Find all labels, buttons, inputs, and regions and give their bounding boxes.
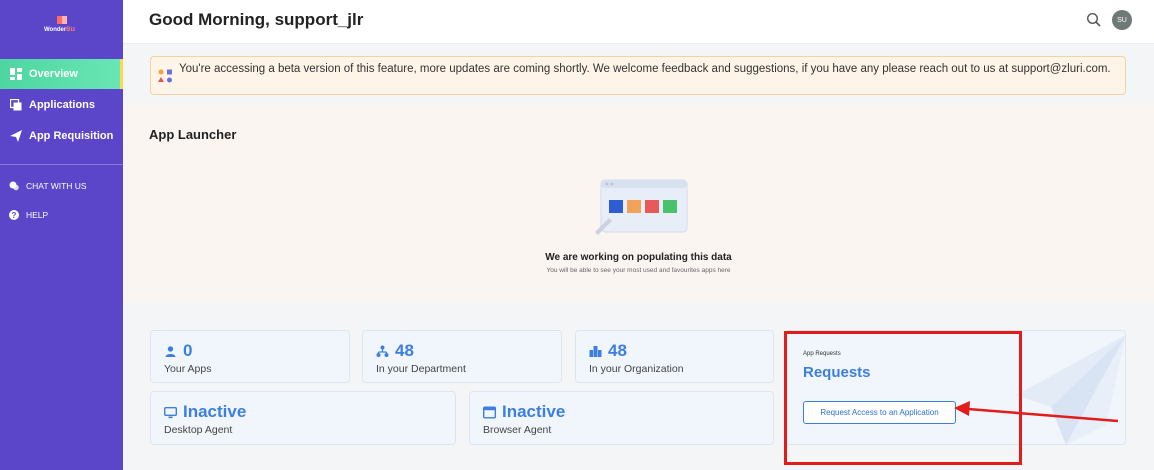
stat-label: Desktop Agent <box>164 424 233 436</box>
sidebar-item-app-requisition[interactable]: App Requisition <box>0 121 123 151</box>
sidebar-item-label: Overview <box>29 68 78 80</box>
stat-card-organization[interactable]: 48 In your Organization <box>575 330 774 383</box>
grid-icon <box>10 68 22 80</box>
stat-label: In your Organization <box>589 363 684 375</box>
stat-card-your-apps[interactable]: 0 Your Apps <box>150 330 350 383</box>
sidebar-item-applications[interactable]: Applications <box>0 90 123 120</box>
empty-state-title: We are working on populating this data <box>545 252 732 263</box>
browser-icon <box>483 406 496 419</box>
stat-card-department[interactable]: 48 In your Department <box>362 330 562 383</box>
sidebar-divider <box>0 164 123 165</box>
stat-value: 48 <box>608 341 627 360</box>
beta-banner-text: You're accessing a beta version of this … <box>179 63 1111 75</box>
shapes-icon <box>157 67 175 85</box>
help-icon: ? <box>9 210 19 220</box>
chat-with-us-label: CHAT WITH US <box>26 181 87 191</box>
logo-mark <box>57 16 67 24</box>
page-title: Good Morning, support_jlr <box>149 10 364 29</box>
stat-card-desktop-agent[interactable]: Inactive Desktop Agent <box>150 391 456 445</box>
brand-logo[interactable]: WonderBiz <box>44 16 80 38</box>
monitor-icon <box>164 406 177 419</box>
empty-state-illustration <box>593 178 693 240</box>
app-launcher-section: App Launcher We are working on populatin… <box>123 104 1154 302</box>
svg-text:?: ? <box>12 211 17 220</box>
sidebar-item-overview[interactable]: Overview <box>0 59 123 89</box>
chat-icon <box>9 181 19 191</box>
sidebar-item-label: App Requisition <box>29 130 114 142</box>
help-link[interactable]: ? HELP <box>0 206 48 224</box>
header: Good Morning, support_jlr SU <box>123 0 1154 44</box>
search-icon[interactable] <box>1086 12 1102 28</box>
app-launcher-title: App Launcher <box>149 127 237 142</box>
sidebar-item-label: Applications <box>29 99 96 111</box>
stat-value: Inactive <box>502 402 566 421</box>
avatar[interactable]: SU <box>1112 10 1132 30</box>
stat-value: 0 <box>183 341 193 360</box>
brand-part1: Wonder <box>44 27 67 33</box>
stat-value: Inactive <box>183 402 247 421</box>
brand-part2: Biz <box>66 27 76 33</box>
stat-label: In your Department <box>376 363 466 375</box>
help-label: HELP <box>26 210 49 220</box>
annotation-arrow-icon <box>954 401 1119 423</box>
stat-card-browser-agent[interactable]: Inactive Browser Agent <box>469 391 774 445</box>
building-icon <box>589 345 602 358</box>
empty-state-subtitle: You will be able to see your most used a… <box>546 267 731 274</box>
stat-label: Browser Agent <box>483 424 552 436</box>
org-chart-icon <box>376 345 389 358</box>
stat-label: Your Apps <box>164 363 212 375</box>
stat-value: 48 <box>395 341 414 360</box>
beta-banner: You're accessing a beta version of this … <box>150 56 1126 95</box>
paper-plane-icon <box>10 130 22 142</box>
chat-with-us-link[interactable]: CHAT WITH US <box>0 177 87 195</box>
sidebar: WonderBiz Overview Applications App Requ… <box>0 0 123 470</box>
window-icon <box>10 99 22 111</box>
user-icon <box>164 345 177 358</box>
